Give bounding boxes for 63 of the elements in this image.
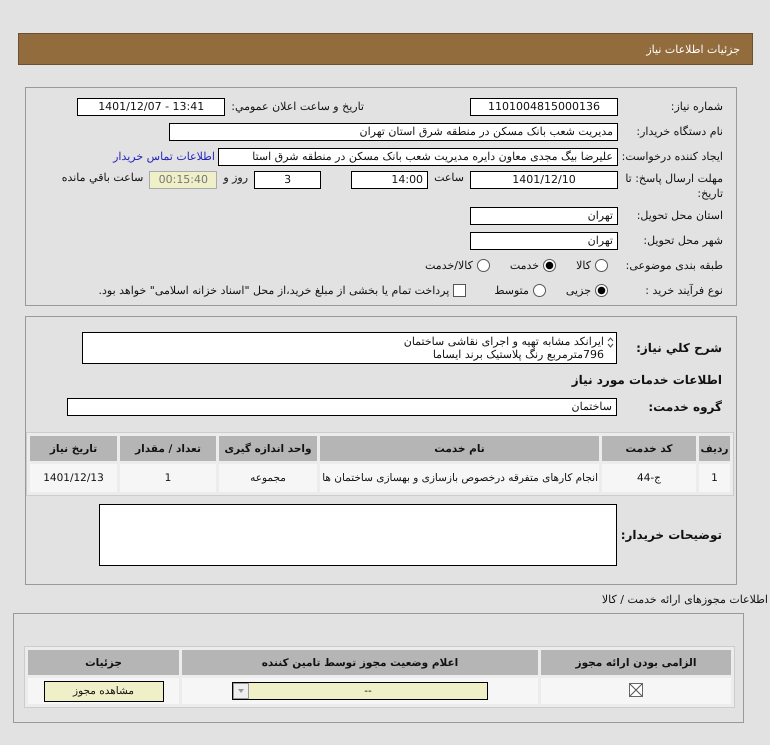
description-line: ایرانکد مشابه تهیه و اجرای نقاشی ساختمان (404, 335, 604, 348)
days-field: 3 (254, 171, 322, 189)
table-cell: 1 (699, 464, 730, 492)
column-header: اعلام وضعیت مجوز توسط تامین کننده (182, 650, 538, 675)
field-label: ایجاد کننده درخواست: (620, 150, 723, 163)
field-label: توضیحات خریدار: (620, 528, 722, 542)
time-label: ساعت (434, 171, 464, 184)
column-header: کد خدمت (602, 436, 696, 461)
remaining-time-field: 00:15:40 (149, 171, 218, 189)
field-label: مهلت ارسال پاسخ: تا تاریخ: (624, 171, 723, 201)
section-title: اطلاعات مجوزهای ارائه خدمت / کالا (602, 593, 768, 606)
field-label: شرح کلي نیاز: (635, 341, 722, 355)
city-field: تهران (470, 232, 618, 250)
column-header: تعداد / مقدار (120, 436, 216, 461)
view-permit-button[interactable]: مشاهده مجوز (44, 680, 164, 702)
need-number-field: 1101004815000136 (470, 98, 618, 116)
field-label: استان محل تحویل: (636, 209, 723, 222)
radio-button[interactable] (595, 284, 608, 297)
radio-label: متوسط (494, 284, 529, 297)
column-header: واحد اندازه گیری (219, 436, 317, 461)
buyer-field: مدیریت شعب بانک مسکن در منطقه شرق استان تهران (169, 122, 618, 140)
contact-link[interactable]: اطلاعات تماس خریدار (113, 150, 215, 163)
column-header: ردیف (699, 436, 730, 461)
table-cell: ج-44 (602, 464, 696, 492)
table-cell: انجام کارهای متفرقه درخصوص بازسازی و بهسازی ساختمان ها (320, 464, 599, 492)
page-title: جزئیات اطلاعات نیاز (646, 42, 740, 56)
table-cell: 1401/12/13 (30, 464, 117, 492)
radio-button[interactable] (476, 259, 490, 272)
caret-icon (233, 683, 249, 699)
radio-label: خدمت (510, 259, 540, 272)
scroll-arrows-icon (607, 337, 614, 348)
service-group-field: ساختمان (67, 398, 617, 416)
radio-button[interactable] (543, 259, 556, 272)
field-label: تاریخ و ساعت اعلان عمومي: (231, 100, 364, 113)
field-label: نام دستگاه خریدار: (635, 125, 723, 138)
treasury-checkbox[interactable] (453, 284, 466, 297)
column-header: نام خدمت (320, 436, 599, 461)
time-field: 14:00 (351, 171, 428, 189)
days-label: روز و (223, 171, 248, 184)
radio-label: جزیی (566, 284, 591, 297)
column-header: تاریخ نیاز (30, 436, 117, 461)
section-title: اطلاعات خدمات مورد نیاز (572, 372, 722, 386)
province-field: تهران (470, 206, 618, 224)
table-cell: 1 (120, 464, 216, 492)
field-label: شهر محل تحویل: (642, 234, 723, 247)
checkbox-label: پرداخت تمام یا بخشی از مبلغ خرید،از محل "اسناد خزانه اسلامی" خواهد بود. (98, 284, 450, 297)
creator-field: علیرضا بیگ مجدی معاون دایره مدیریت شعب بانک مسکن در منطقه شرق استا (218, 148, 618, 166)
radio-button[interactable] (532, 284, 546, 297)
remaining-label: ساعت باقي مانده (62, 171, 144, 184)
radio-button[interactable] (595, 259, 608, 272)
column-header: جزئیات (28, 650, 179, 675)
column-header: الزامی بودن ارائه مجوز (541, 650, 731, 675)
radio-label: کالا/خدمت (425, 259, 473, 272)
announce-date-field: 1401/12/07 - 13:41 (77, 98, 226, 116)
radio-label: کالا (576, 259, 591, 272)
status-dropdown[interactable]: -- (232, 682, 488, 700)
field-label: نوع فرآیند خرید : (644, 284, 723, 297)
deadline-date-field: 1401/12/10 (470, 171, 618, 189)
field-label: شماره نیاز: (670, 100, 723, 113)
description-line: 796مترمربع رنگ پلاستیک برند ایساما (432, 348, 604, 361)
field-label: طبقه بندی موضوعی: (624, 259, 723, 272)
field-label: گروه خدمت: (647, 400, 722, 414)
table-cell: مجموعه (219, 464, 317, 492)
